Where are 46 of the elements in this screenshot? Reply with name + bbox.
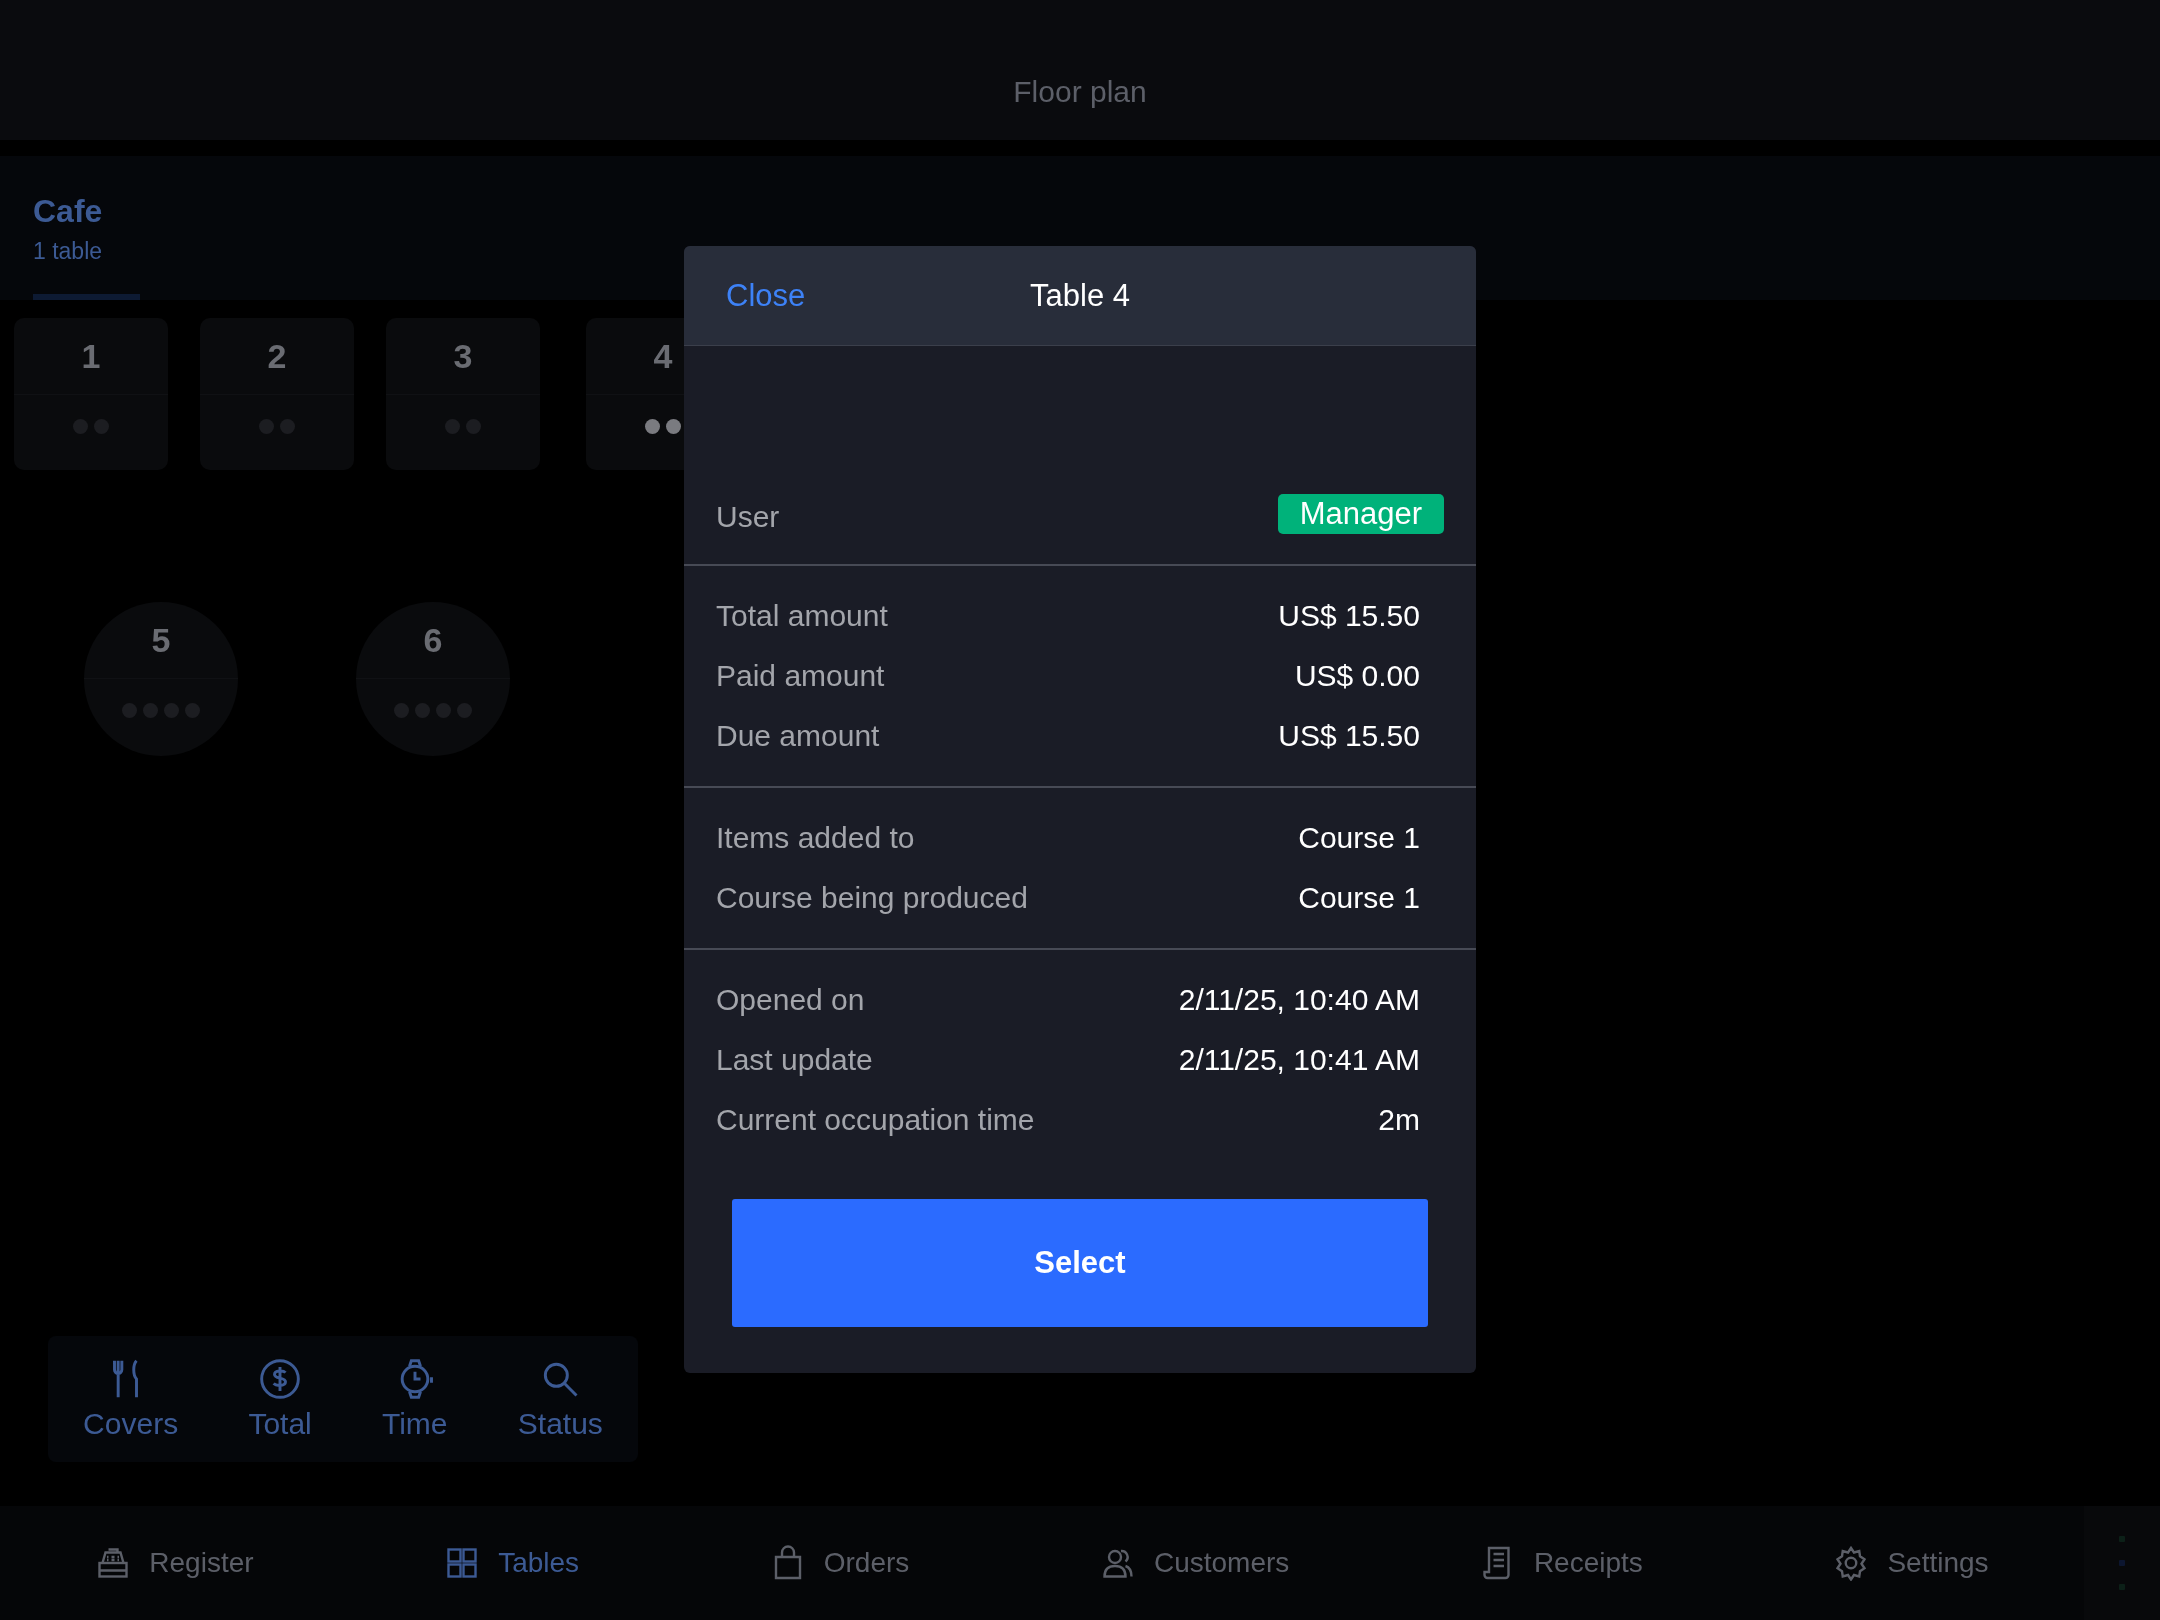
row-label: Current occupation time (716, 1103, 1035, 1137)
row-label: Opened on (716, 983, 865, 1017)
row-label: Due amount (716, 719, 880, 753)
screen-title: Floor plan (1013, 75, 1147, 109)
filter-button[interactable]: Covers (83, 1357, 179, 1441)
row-value: US$ 15.50 (1278, 719, 1420, 753)
square-table[interactable]: 2 (200, 318, 354, 470)
row-label: Course being produced (716, 881, 1028, 915)
row-label: Items added to (716, 821, 915, 855)
table-number: 6 (356, 602, 510, 679)
square-table[interactable]: 1 (14, 318, 168, 470)
tab-bar-item[interactable]: Settings (1833, 1545, 1989, 1581)
tab-bar-item[interactable]: Receipts (1479, 1545, 1643, 1581)
row-value: Course 1 (1298, 821, 1420, 855)
tab-bar-item[interactable]: Tables (444, 1545, 580, 1581)
row-label: Paid amount (716, 659, 885, 693)
table-number: 2 (200, 318, 354, 395)
round-table[interactable]: 6 (356, 602, 510, 756)
table-number: 3 (386, 318, 540, 395)
section-name: Cafe (33, 193, 104, 230)
table-number: 5 (84, 602, 238, 679)
table-number: 1 (14, 318, 168, 395)
row-label: User (716, 500, 780, 534)
filter-button[interactable]: Status (517, 1357, 603, 1441)
filter-button[interactable]: Total (248, 1357, 312, 1441)
square-table[interactable]: 3 (386, 318, 540, 470)
row-label: Last update (716, 1043, 873, 1077)
row-value: Course 1 (1298, 881, 1420, 915)
round-table[interactable]: 5 (84, 602, 238, 756)
dialog-title: Table 4 (1030, 277, 1130, 314)
section-tab[interactable]: Cafe 1 table (33, 156, 140, 300)
dollar-icon (258, 1357, 303, 1401)
table-count: 1 table (33, 238, 104, 265)
row-value: US$ 0.00 (1294, 659, 1420, 693)
tab-bar-item[interactable]: Orders (769, 1545, 910, 1581)
row-value: 2/11/25, 10:41 AM (1178, 1043, 1420, 1077)
filter-button[interactable]: Time (382, 1357, 448, 1441)
tab-bar-item[interactable]: Customers (1099, 1545, 1290, 1581)
row-value: 2m (1378, 1103, 1420, 1137)
row-value: 2/11/25, 10:40 AM (1178, 983, 1420, 1017)
row-label: Total amount (716, 599, 888, 633)
row-value: US$ 15.50 (1278, 599, 1420, 633)
select-button[interactable]: Select (732, 1199, 1428, 1327)
tab-bar-item[interactable]: Register (95, 1545, 254, 1581)
role-badge: Manager (1277, 494, 1444, 534)
close-button[interactable]: Close (684, 277, 806, 314)
